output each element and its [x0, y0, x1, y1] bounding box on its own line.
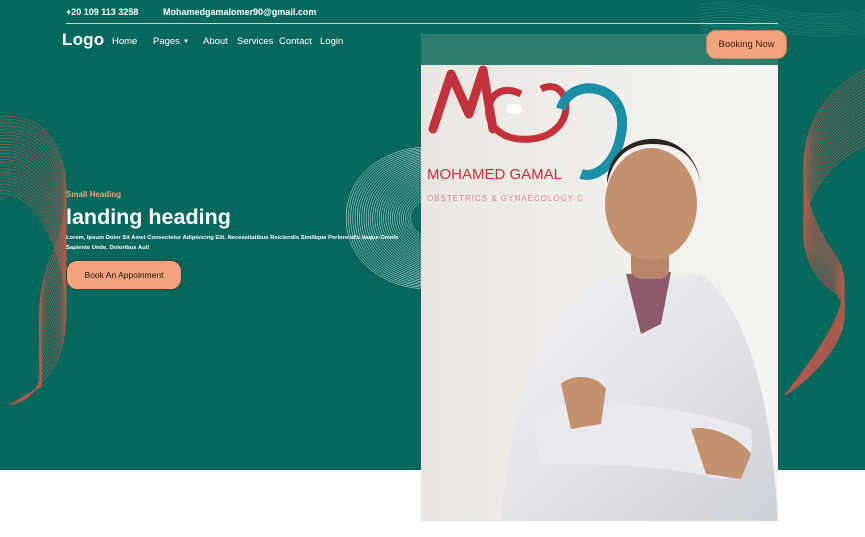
book-appointment-button[interactable]: Book An Appoinment: [66, 260, 182, 290]
nav-contact-label: Contact: [279, 36, 312, 47]
doctor-photo: MOHAMED GAMAL OBSTETRICS & GYNAECOLOGY C: [421, 34, 778, 521]
nav-home[interactable]: Home: [112, 36, 137, 47]
site-logo[interactable]: Logo: [62, 30, 104, 50]
nav-pages-label: Pages: [153, 36, 180, 47]
nav-pages[interactable]: Pages ▼: [153, 36, 189, 47]
nav-about[interactable]: About: [203, 36, 228, 47]
nav-contact[interactable]: Contact: [279, 36, 312, 47]
phone-number[interactable]: +20 109 113 3258: [66, 7, 138, 17]
chevron-down-icon: ▼: [182, 39, 189, 45]
clinic-sign-subtitle: OBSTETRICS & GYNAECOLOGY C: [427, 194, 584, 203]
doctor-photo-illustration: MOHAMED GAMAL OBSTETRICS & GYNAECOLOGY C: [421, 34, 778, 521]
nav-home-label: Home: [112, 36, 138, 47]
center-swirl-decoration: [345, 147, 440, 289]
contact-topbar: +20 109 113 3258 Mohamedgamalomer90@gmai…: [66, 7, 778, 23]
right-wave-decoration: [784, 69, 865, 396]
nav-login[interactable]: Login: [320, 36, 343, 47]
nav-login-label: Login: [320, 36, 344, 47]
email-address[interactable]: Mohamedgamalomer90@gmail.com: [163, 7, 316, 17]
booking-now-button[interactable]: Booking Now: [706, 30, 787, 59]
clinic-sign-name: MOHAMED GAMAL: [427, 166, 562, 183]
nav-services[interactable]: Services: [237, 36, 273, 47]
nav-services-label: Services: [237, 36, 274, 47]
hero-description: Lorem, Ipsum Dolor Sit Amet Consectetur …: [66, 235, 399, 251]
nav-about-label: About: [203, 36, 228, 47]
small-heading: Small Heading: [66, 190, 122, 199]
topbar-divider: [66, 23, 778, 24]
landing-heading: landing heading: [66, 205, 231, 229]
